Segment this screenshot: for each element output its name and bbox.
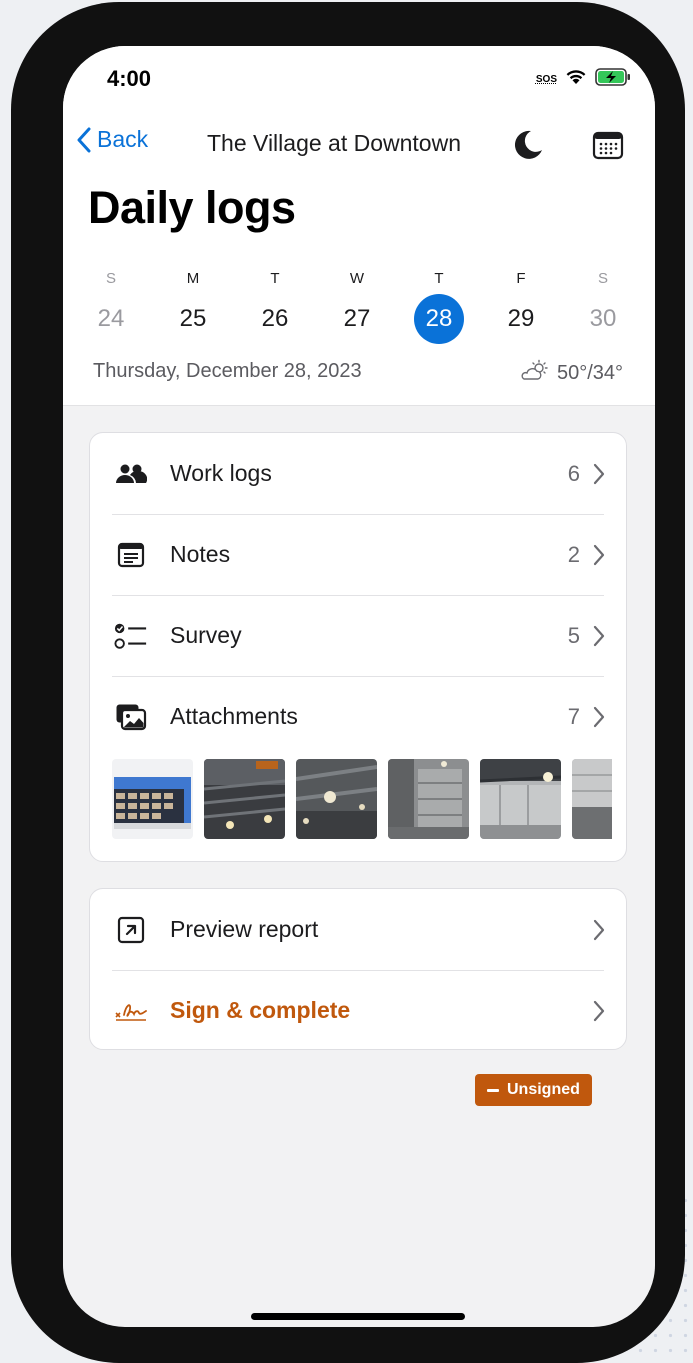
status-badge-label: Unsigned — [507, 1081, 580, 1098]
day-of-week: S — [597, 270, 608, 287]
attachment-thumbnail[interactable] — [204, 759, 285, 839]
day-number: 29 — [507, 305, 535, 332]
day-fri[interactable]: F 29 — [480, 268, 562, 344]
app-screen: 4:00 SOS Back The Village at Downtown Da… — [63, 46, 655, 1327]
selected-date: Thursday, December 28, 2023 — [93, 360, 362, 382]
notes-icon — [114, 538, 148, 572]
chevron-right-icon — [593, 463, 605, 484]
day-number: 24 — [97, 305, 125, 332]
page-title: Daily logs — [88, 182, 296, 233]
report-actions-card: Preview report Sign & complete — [89, 888, 627, 1050]
checklist-icon — [114, 619, 148, 653]
nav-bar: Back The Village at Downtown — [63, 124, 655, 164]
sign-complete-row[interactable]: Sign & complete — [90, 970, 626, 1051]
preview-report-row[interactable]: Preview report — [90, 889, 626, 970]
preview-report-label: Preview report — [170, 916, 319, 942]
day-of-week: T — [270, 270, 280, 287]
day-sat[interactable]: S 30 — [562, 268, 644, 344]
row-label: Attachments — [170, 703, 298, 729]
log-sections-card: Work logs 6 Notes 2 Survey 5 Attachments… — [89, 432, 627, 862]
row-count: 2 — [567, 541, 580, 567]
weather: 50°/34° — [521, 359, 623, 387]
attachment-thumbnails — [112, 759, 612, 841]
day-wed[interactable]: W 27 — [316, 268, 398, 344]
chevron-left-icon — [77, 127, 91, 152]
day-number: 25 — [179, 305, 207, 332]
attachment-thumbnail[interactable] — [388, 759, 469, 839]
attachment-thumbnail[interactable] — [572, 759, 612, 839]
day-number: 30 — [589, 305, 617, 332]
day-mon[interactable]: M 25 — [152, 268, 234, 344]
row-label: Notes — [170, 541, 231, 567]
day-number: 26 — [261, 305, 289, 332]
attachments-row[interactable]: Attachments 7 — [90, 676, 626, 757]
phone-frame: 4:00 SOS Back The Village at Downtown Da… — [11, 2, 685, 1363]
back-button[interactable]: Back — [77, 126, 148, 153]
week-strip: S 24 M 25 T 26 W 27 T 28 F 29 S 30 — [70, 268, 648, 344]
status-icons: SOS — [536, 68, 631, 91]
attachment-thumbnail[interactable] — [296, 759, 377, 839]
header-panel: 4:00 SOS Back The Village at Downtown Da… — [63, 46, 655, 406]
day-of-week: T — [434, 270, 444, 287]
partly-cloudy-icon — [521, 359, 549, 387]
temperature: 50°/34° — [556, 361, 623, 384]
calendar-icon[interactable] — [591, 128, 625, 167]
chevron-right-icon — [593, 625, 605, 646]
notes-row[interactable]: Notes 2 — [90, 514, 626, 595]
day-number: 28 — [414, 294, 464, 344]
people-icon — [114, 457, 148, 491]
status-time: 4:00 — [107, 66, 152, 91]
row-label: Work logs — [170, 460, 272, 486]
battery-charging-icon — [595, 68, 631, 91]
day-number: 27 — [343, 305, 371, 332]
chevron-right-icon — [593, 1000, 605, 1021]
project-title: The Village at Downtown — [207, 130, 461, 156]
minus-icon — [487, 1088, 499, 1092]
day-of-week: S — [105, 270, 116, 287]
row-count: 5 — [567, 622, 580, 648]
chevron-right-icon — [593, 706, 605, 727]
row-count: 7 — [567, 703, 580, 729]
day-of-week: M — [186, 270, 200, 287]
survey-row[interactable]: Survey 5 — [90, 595, 626, 676]
day-tue[interactable]: T 26 — [234, 268, 316, 344]
sign-complete-label: Sign & complete — [170, 997, 351, 1023]
day-thu-selected[interactable]: T 28 — [398, 268, 480, 344]
day-of-week: F — [516, 270, 526, 287]
chevron-right-icon — [593, 919, 605, 940]
external-preview-icon — [114, 913, 148, 947]
day-of-week: W — [349, 270, 365, 287]
wifi-icon — [565, 69, 587, 90]
moon-icon[interactable] — [511, 128, 545, 167]
status-badge: Unsigned — [475, 1074, 592, 1106]
day-sun[interactable]: S 24 — [70, 268, 152, 344]
attachment-thumbnail[interactable] — [112, 759, 193, 839]
attachment-thumbnail[interactable] — [480, 759, 561, 839]
photos-icon — [114, 700, 148, 734]
chevron-right-icon — [593, 544, 605, 565]
work-logs-row[interactable]: Work logs 6 — [90, 433, 626, 514]
sos-indicator: SOS — [535, 73, 557, 85]
row-label: Survey — [170, 622, 242, 648]
home-indicator[interactable] — [251, 1313, 465, 1320]
row-count: 6 — [567, 460, 580, 486]
signature-icon — [114, 994, 148, 1028]
back-label: Back — [97, 126, 149, 152]
